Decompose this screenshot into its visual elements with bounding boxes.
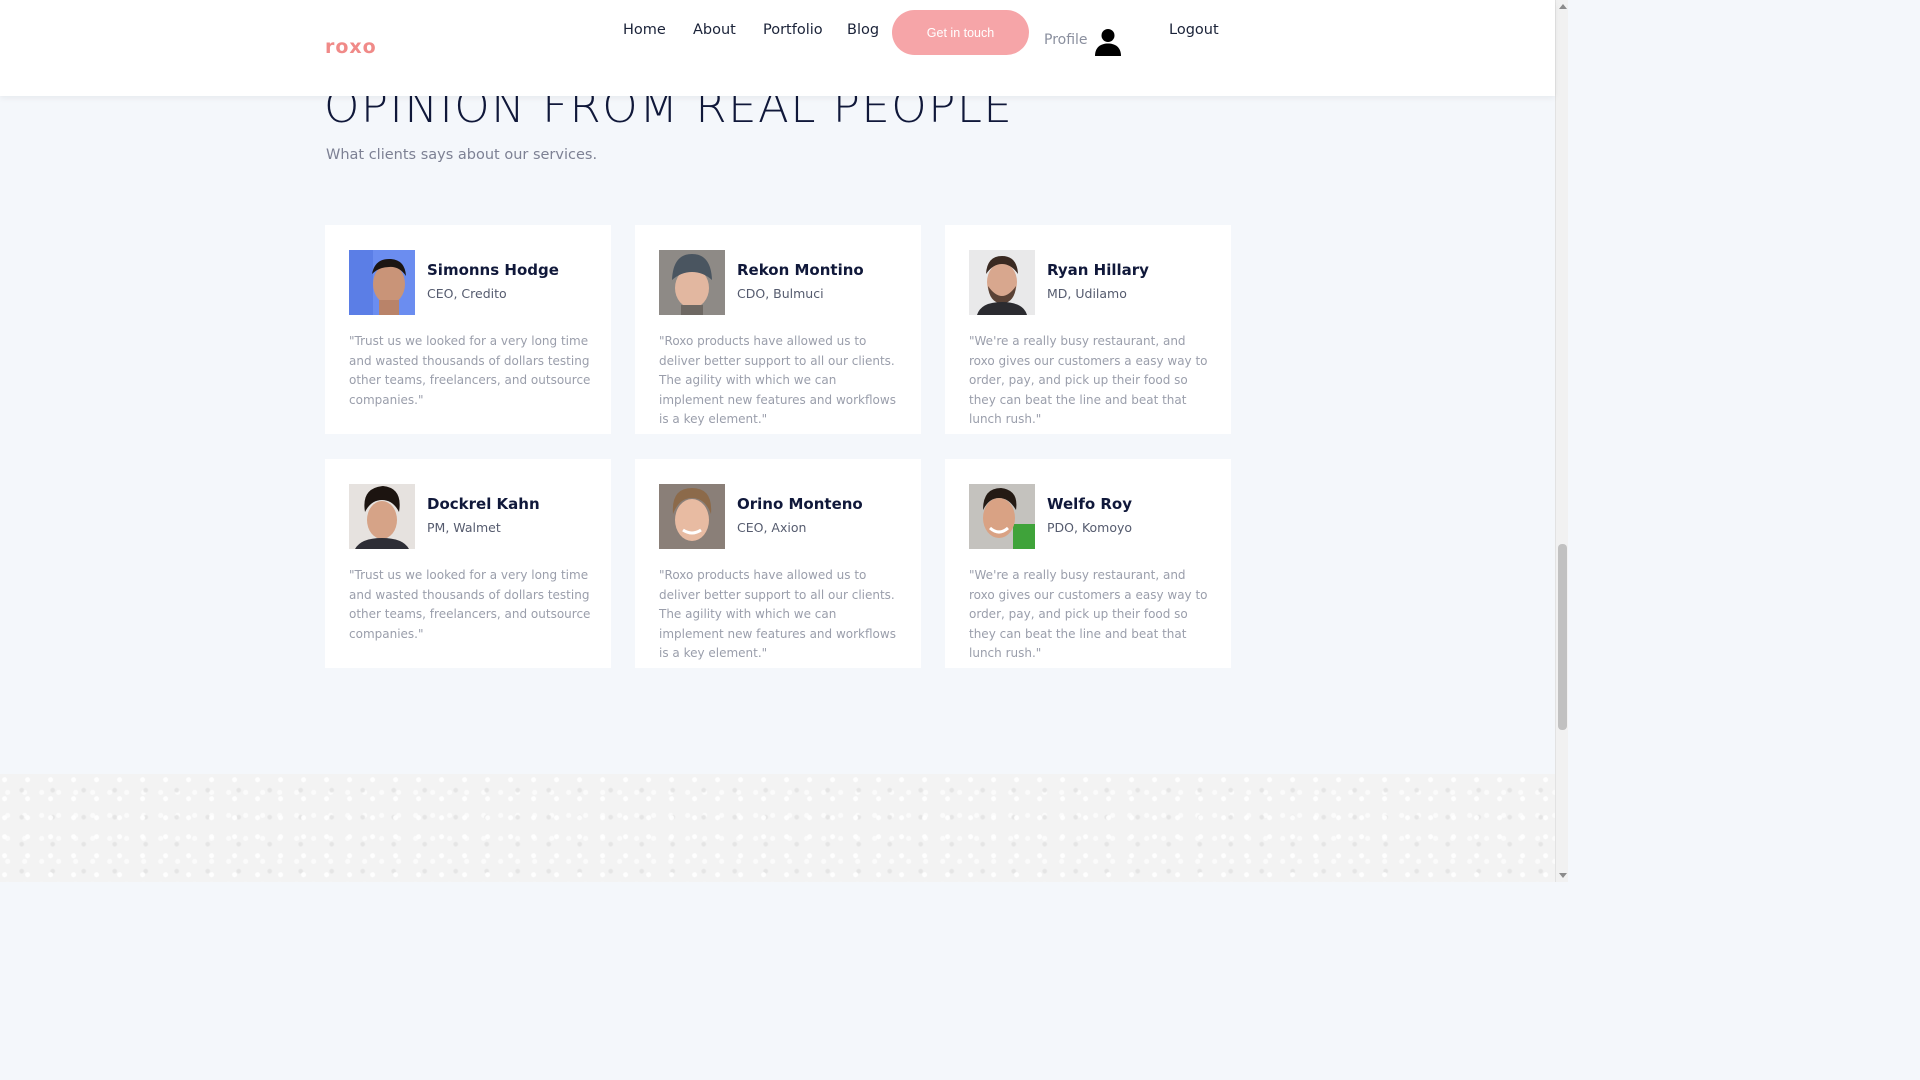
avatar <box>969 484 1035 549</box>
get-in-touch-button[interactable]: Get in touch <box>892 10 1029 55</box>
section-subtitle: What clients says about our services. <box>326 147 598 163</box>
testimonial-card: Simonns Hodge CEO, Credito "Trust us we … <box>325 225 611 434</box>
avatar <box>659 250 725 315</box>
page-scrollbar[interactable] <box>1555 0 1568 882</box>
testimonial-quote: "Trust us we looked for a very long time… <box>349 334 591 407</box>
person-role: CEO, Axion <box>737 520 807 535</box>
nav-blog-link[interactable]: Blog <box>847 22 879 38</box>
nav-about-link[interactable]: About <box>693 22 736 38</box>
testimonial-quote: "Roxo products have allowed us to delive… <box>659 334 896 427</box>
testimonial-card: Rekon Montino CDO, Bulmuci "Roxo product… <box>635 225 921 434</box>
testimonial-card: Dockrel Kahn PM, Walmet "Trust us we loo… <box>325 459 611 668</box>
avatar <box>969 250 1035 315</box>
scroll-thumb[interactable] <box>1558 544 1567 730</box>
profile-link[interactable]: Profile <box>1044 32 1088 48</box>
nav-portfolio-link[interactable]: Portfolio <box>763 22 823 38</box>
testimonial-card: Ryan Hillary MD, Udilamo "We're a really… <box>945 225 1231 434</box>
scroll-down-icon[interactable] <box>1559 873 1567 878</box>
person-name: Ryan Hillary <box>1047 261 1149 279</box>
person-role: PDO, Komoyo <box>1047 520 1133 535</box>
nav-home-link[interactable]: Home <box>623 22 666 38</box>
top-navbar: roxo Home About Portfolio Blog Get in to… <box>0 0 1555 96</box>
user-icon[interactable] <box>1093 27 1123 57</box>
testimonial-quote: "Roxo products have allowed us to delive… <box>659 568 896 661</box>
testimonial-quote: "We're a really busy restaurant, and rox… <box>969 334 1208 427</box>
avatar <box>349 250 415 315</box>
person-name: Rekon Montino <box>737 261 864 279</box>
logout-link[interactable]: Logout <box>1169 22 1219 38</box>
avatar <box>659 484 725 549</box>
person-role: CEO, Credito <box>427 286 507 301</box>
person-name: Welfo Roy <box>1047 495 1133 513</box>
footer-texture-band <box>0 774 1555 882</box>
scroll-up-icon[interactable] <box>1559 4 1567 9</box>
testimonial-quote: "Trust us we looked for a very long time… <box>349 568 591 641</box>
person-role: PM, Walmet <box>427 520 501 535</box>
person-role: CDO, Bulmuci <box>737 286 824 301</box>
person-name: Simonns Hodge <box>427 261 559 279</box>
testimonial-card: Welfo Roy PDO, Komoyo "We're a really bu… <box>945 459 1231 668</box>
person-name: Dockrel Kahn <box>427 495 540 513</box>
person-role: MD, Udilamo <box>1047 286 1127 301</box>
testimonial-quote: "We're a really busy restaurant, and rox… <box>969 568 1208 661</box>
avatar <box>349 484 415 549</box>
person-name: Orino Monteno <box>737 495 863 513</box>
testimonial-card: Orino Monteno CEO, Axion "Roxo products … <box>635 459 921 668</box>
roxo-logo[interactable]: roxo <box>325 36 377 58</box>
